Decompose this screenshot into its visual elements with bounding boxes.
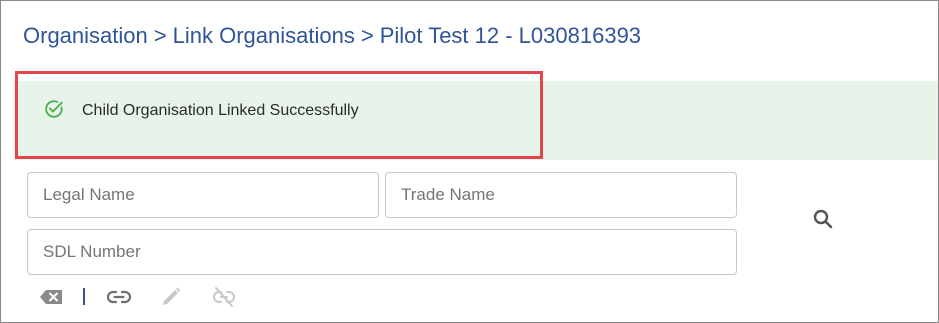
legal-name-field[interactable] xyxy=(27,172,379,218)
trade-name-input[interactable] xyxy=(386,173,736,217)
breadcrumb-item-link-organisations[interactable]: Link Organisations xyxy=(173,23,355,48)
sdl-number-input[interactable] xyxy=(28,230,736,274)
sdl-number-field[interactable] xyxy=(27,229,737,275)
highlight-annotation xyxy=(15,71,543,159)
breadcrumb-item-current: Pilot Test 12 - L030816393 xyxy=(379,23,642,48)
search-icon[interactable] xyxy=(811,207,835,231)
trade-name-field[interactable] xyxy=(385,172,737,218)
edit-icon[interactable] xyxy=(159,285,183,309)
clear-icon[interactable] xyxy=(39,285,65,309)
toolbar-divider xyxy=(83,288,85,305)
link-icon[interactable] xyxy=(106,285,132,309)
breadcrumb: Organisation > Link Organisations > Pilot Te… xyxy=(23,23,641,49)
legal-name-input[interactable] xyxy=(28,173,378,217)
breadcrumb-item-organisation[interactable]: Organisation xyxy=(23,23,148,48)
breadcrumb-separator: > xyxy=(360,23,374,48)
breadcrumb-separator: > xyxy=(153,23,167,48)
page-frame: Organisation > Link Organisations > Pilot Te… xyxy=(0,0,939,323)
unlink-icon[interactable] xyxy=(212,285,236,309)
